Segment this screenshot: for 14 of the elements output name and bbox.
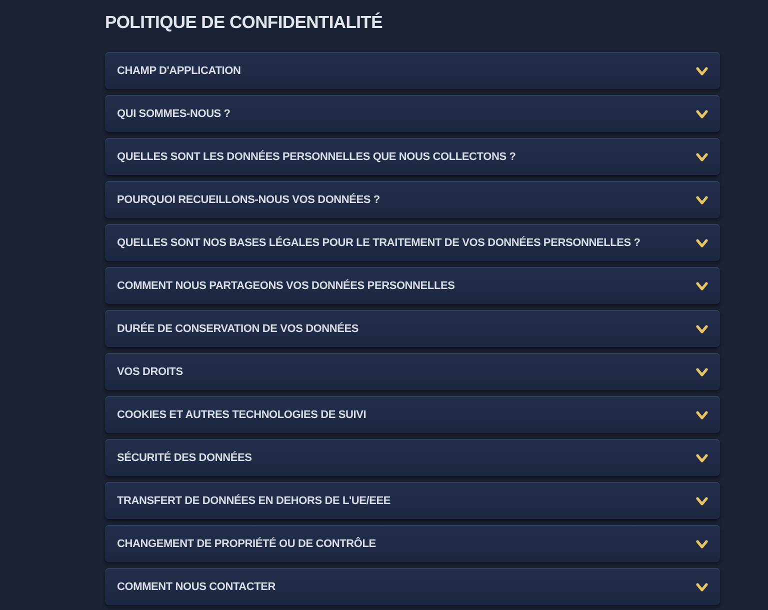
accordion-header[interactable]: DURÉE DE CONSERVATION DE VOS DONNÉES: [105, 310, 720, 347]
accordion-header[interactable]: QUI SOMMES-NOUS ?: [105, 95, 720, 132]
accordion-header[interactable]: QUELLES SONT NOS BASES LÉGALES POUR LE TRAITEMENT DE VOS DONNÉES PERSONNELLES ?: [105, 224, 720, 261]
accordion-header[interactable]: SÉCURITÉ DES DONNÉES: [105, 439, 720, 476]
accordion-header[interactable]: CHAMP D'APPLICATION: [105, 52, 720, 89]
page-title: POLITIQUE DE CONFIDENTIALITÉ: [105, 11, 382, 34]
accordion-header[interactable]: TRANSFERT DE DONNÉES EN DEHORS DE L'UE/EEE: [105, 482, 720, 519]
accordion-header[interactable]: COOKIES ET AUTRES TECHNOLOGIES DE SUIVI: [105, 396, 720, 433]
accordion-header[interactable]: QUELLES SONT LES DONNÉES PERSONNELLES QUE NOUS COLLECTONS ?: [105, 138, 720, 175]
accordion-header[interactable]: POURQUOI RECUEILLONS-NOUS VOS DONNÉES ?: [105, 181, 720, 218]
accordion-header[interactable]: COMMENT NOUS CONTACTER: [105, 568, 720, 605]
accordion-header[interactable]: COMMENT NOUS PARTAGEONS VOS DONNÉES PERSONNELLES: [105, 267, 720, 304]
accordion-header[interactable]: VOS DROITS: [105, 353, 720, 390]
accordion-header[interactable]: CHANGEMENT DE PROPRIÉTÉ OU DE CONTRÔLE: [105, 525, 720, 562]
